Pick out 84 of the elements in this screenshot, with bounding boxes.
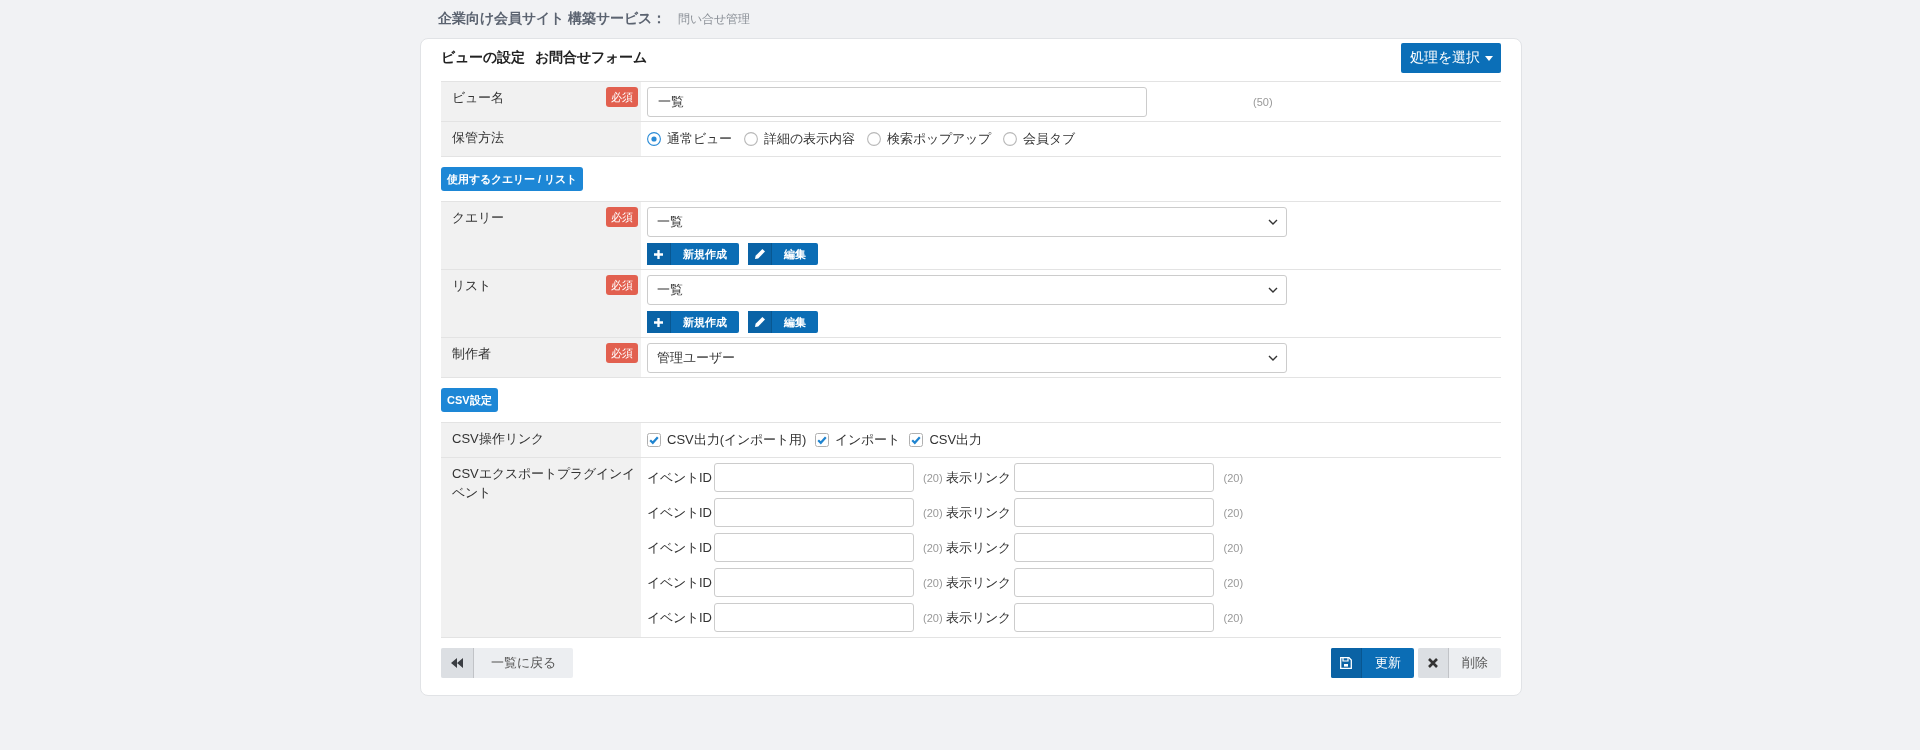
char-limit: (20) <box>1223 611 1244 624</box>
link-field[interactable] <box>1013 498 1214 527</box>
edit-button[interactable]: 編集 <box>748 311 818 333</box>
char-limit: (20) <box>923 506 943 519</box>
radio-button[interactable] <box>647 132 661 146</box>
field-label: 表示リンク <box>945 608 1011 627</box>
checkbox-label: CSV出力(インポート用) <box>667 431 807 449</box>
field-label: 表示リンク <box>945 503 1011 522</box>
chevron-down-icon <box>1268 219 1278 225</box>
event-id-field[interactable] <box>714 463 914 492</box>
link-field[interactable] <box>1013 568 1214 597</box>
required-badge: 必須 <box>606 343 638 363</box>
caret-icon <box>1484 55 1493 61</box>
plus-icon <box>654 249 663 259</box>
char-limit: (20) <box>923 541 943 554</box>
char-limit: (20) <box>1223 576 1244 589</box>
radio-label: 会員タブ <box>1023 130 1075 148</box>
radio-label: 通常ビュー <box>667 130 732 148</box>
event-id-field[interactable] <box>714 568 914 597</box>
delete-button[interactable]: 削除 <box>1418 648 1501 678</box>
page-subtitle: 問い合せ管理 <box>677 10 750 28</box>
field-label: CSV操作リンク <box>452 430 544 448</box>
field-label: イベントID <box>647 538 712 557</box>
radio-label: 詳細の表示内容 <box>764 130 855 148</box>
link-field[interactable] <box>1013 533 1214 562</box>
create-button[interactable]: 新規作成 <box>647 311 739 333</box>
char-limit: (20) <box>1223 471 1244 484</box>
field-label: 制作者 <box>452 345 491 363</box>
required-badge: 必須 <box>606 87 638 107</box>
field-label: 表示リンク <box>945 468 1011 487</box>
dropdown[interactable]: 管理ユーザー <box>647 343 1287 373</box>
char-limit: (20) <box>1223 541 1244 554</box>
pencil-icon <box>754 317 765 327</box>
field-label: 表示リンク <box>945 538 1011 557</box>
site-title: 企業向け会員サイト 構築サービス： <box>438 10 666 28</box>
char-limit: (20) <box>923 471 943 484</box>
field-label: 保管方法 <box>452 129 504 147</box>
section-button[interactable]: 使用するクエリー / リスト <box>441 167 584 191</box>
dropdown[interactable]: 一覧 <box>647 207 1287 237</box>
x-icon <box>1428 658 1438 668</box>
radio-button[interactable] <box>744 132 758 146</box>
edit-button[interactable]: 編集 <box>748 243 818 265</box>
chevron-down-icon <box>1268 355 1278 361</box>
checkbox[interactable] <box>909 433 924 447</box>
dropdown[interactable]: 一覧 <box>647 275 1287 305</box>
link-field[interactable] <box>1013 603 1214 632</box>
field-label: イベントID <box>647 608 712 627</box>
text-field[interactable]: 一覧 <box>647 87 1147 117</box>
field-label: クエリー <box>452 209 504 227</box>
create-button[interactable]: 新規作成 <box>647 243 739 265</box>
char-limit: (20) <box>923 611 943 624</box>
panel-title: ビューの設定 <box>441 49 525 67</box>
required-badge: 必須 <box>606 207 638 227</box>
event-id-field[interactable] <box>714 603 914 632</box>
checkbox[interactable] <box>815 433 830 447</box>
required-badge: 必須 <box>606 275 638 295</box>
field-label: CSVエクスポートプラグインイベント <box>452 465 636 502</box>
checkbox-label: CSV出力 <box>929 431 983 449</box>
link-field[interactable] <box>1013 463 1214 492</box>
chevron-down-icon <box>1268 287 1278 293</box>
plus-icon <box>654 317 663 327</box>
field-label: リスト <box>452 277 491 295</box>
radio-button[interactable] <box>1003 132 1017 146</box>
radio-button[interactable] <box>867 132 881 146</box>
pencil-icon <box>754 249 765 259</box>
back-button[interactable]: 一覧に戻る <box>441 648 573 678</box>
event-id-field[interactable] <box>714 533 914 562</box>
char-limit: (20) <box>923 576 943 589</box>
panel-subtitle: お問合せフォーム <box>535 49 647 67</box>
action-dropdown-button[interactable]: 処理を選択 <box>1401 43 1501 73</box>
checkbox[interactable] <box>647 433 661 447</box>
field-label: イベントID <box>647 503 712 522</box>
field-label: 表示リンク <box>945 573 1011 592</box>
field-label: イベントID <box>647 468 712 487</box>
rewind-icon <box>451 658 463 668</box>
char-limit: (50) <box>1253 96 1273 108</box>
char-limit: (20) <box>1223 506 1244 519</box>
save-button[interactable]: 更新 <box>1331 648 1414 678</box>
radio-label: 検索ポップアップ <box>887 130 991 148</box>
field-label: イベントID <box>647 573 712 592</box>
field-label: ビュー名 <box>452 89 504 107</box>
section-button[interactable]: CSV設定 <box>441 388 498 412</box>
checkbox-label: インポート <box>835 431 901 449</box>
event-id-field[interactable] <box>714 498 914 527</box>
